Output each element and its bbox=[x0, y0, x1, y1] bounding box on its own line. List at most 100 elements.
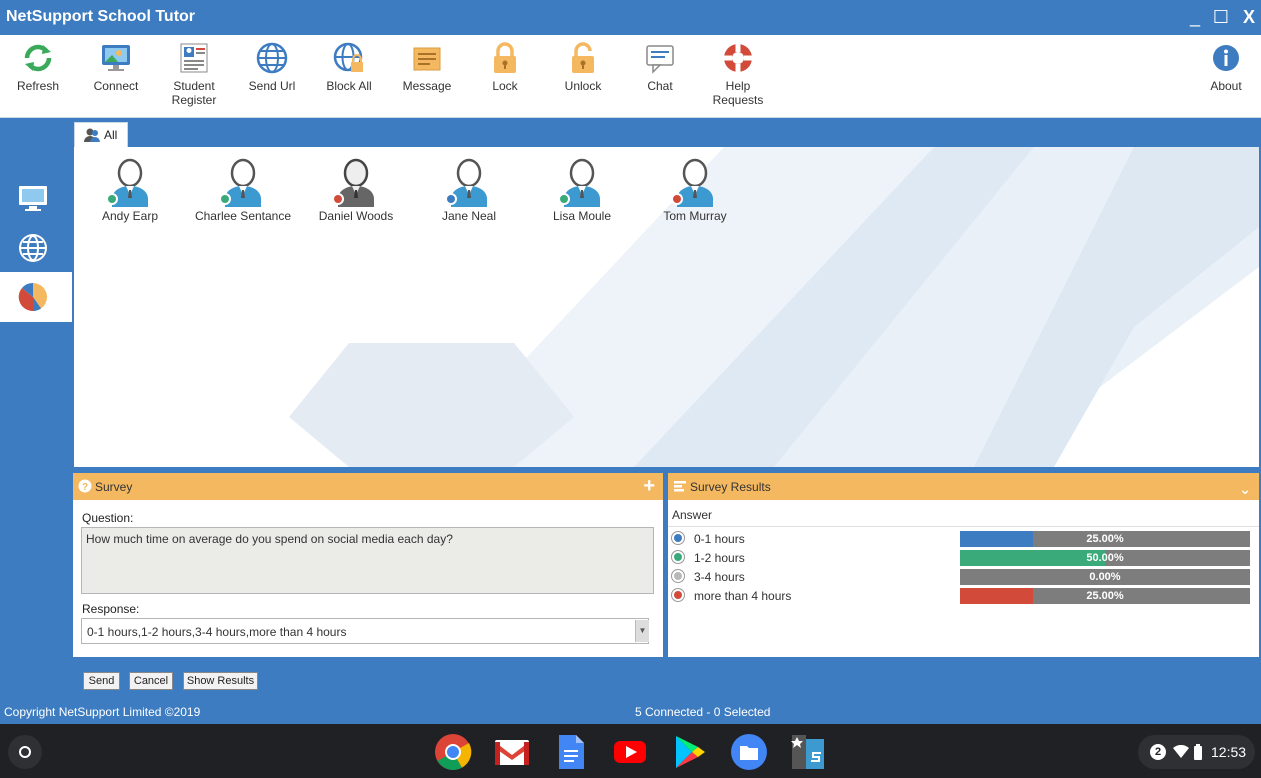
close-button[interactable]: X bbox=[1238, 6, 1260, 28]
unlock-icon bbox=[572, 42, 594, 73]
globe-lock-icon bbox=[333, 42, 363, 72]
answer-bar: 50.00% bbox=[960, 550, 1250, 566]
student-tile[interactable]: Charlee Sentance bbox=[193, 157, 293, 223]
wifi-icon bbox=[1173, 745, 1189, 758]
nav-survey[interactable] bbox=[0, 272, 72, 322]
status-dot bbox=[332, 193, 344, 205]
status-dot bbox=[106, 193, 118, 205]
message-button[interactable]: Message bbox=[392, 39, 462, 93]
chrome-icon[interactable] bbox=[434, 733, 472, 771]
battery-icon bbox=[1194, 744, 1202, 760]
chat-label: Chat bbox=[647, 79, 673, 93]
survey-title: Survey bbox=[95, 480, 133, 494]
question-field[interactable]: How much time on average do you spend on… bbox=[81, 527, 654, 594]
results-header: Survey Results ⌄ bbox=[668, 473, 1259, 500]
answer-label: more than 4 hours bbox=[694, 589, 792, 603]
help-requests-label: Help Requests bbox=[712, 79, 764, 107]
os-shelf: 2 12:53 bbox=[0, 724, 1261, 778]
title-bar: NetSupport School Tutor _ ☐ X bbox=[0, 0, 1261, 35]
launcher-icon bbox=[19, 746, 31, 758]
unlock-button[interactable]: Unlock bbox=[548, 39, 618, 93]
lock-label: Lock bbox=[492, 79, 518, 93]
add-icon[interactable]: + bbox=[643, 476, 655, 496]
student-name: Tom Murray bbox=[663, 209, 727, 223]
student-register-button[interactable]: Student Register bbox=[159, 39, 229, 107]
show-results-button[interactable]: Show Results bbox=[183, 672, 258, 690]
group-tab-label: All bbox=[104, 128, 118, 142]
group-tab-all[interactable]: All bbox=[74, 122, 128, 147]
send-button[interactable]: Send bbox=[83, 672, 120, 690]
send-url-button[interactable]: Send Url bbox=[237, 39, 307, 93]
block-all-button[interactable]: Block All bbox=[314, 39, 384, 93]
answer-percent: 50.00% bbox=[1086, 552, 1124, 564]
answer-row[interactable]: 3-4 hours 0.00% bbox=[668, 567, 1259, 586]
connect-button[interactable]: Connect bbox=[81, 39, 151, 93]
docs-icon[interactable] bbox=[552, 733, 590, 771]
student-tile[interactable]: Tom Murray bbox=[645, 157, 745, 223]
notification-badge: 2 bbox=[1150, 744, 1166, 760]
refresh-button[interactable]: Refresh bbox=[3, 39, 73, 93]
chat-button[interactable]: Chat bbox=[625, 39, 695, 93]
lock-button[interactable]: Lock bbox=[470, 39, 540, 93]
student-name: Jane Neal bbox=[441, 209, 497, 223]
toolbar: Refresh Connect Student Register Send Ur… bbox=[0, 35, 1261, 118]
question-icon: ? bbox=[78, 479, 92, 493]
files-icon[interactable] bbox=[730, 733, 768, 771]
status-dot bbox=[558, 193, 570, 205]
monitor-icon bbox=[102, 45, 130, 71]
status-tray[interactable]: 2 12:53 bbox=[1138, 735, 1255, 769]
netsupport-app-icon[interactable] bbox=[789, 733, 827, 771]
lock-icon bbox=[494, 42, 516, 73]
bar-chart-icon bbox=[674, 481, 686, 492]
minimize-button[interactable]: _ bbox=[1184, 6, 1206, 28]
collapse-icon[interactable]: ⌄ bbox=[1239, 479, 1251, 499]
youtube-icon[interactable] bbox=[611, 733, 649, 771]
launcher-button[interactable] bbox=[8, 735, 42, 769]
chat-icon bbox=[646, 45, 674, 74]
group-icon bbox=[84, 128, 100, 142]
answer-bar: 25.00% bbox=[960, 588, 1250, 604]
lifebuoy-icon bbox=[724, 44, 752, 72]
student-tile[interactable]: Andy Earp bbox=[80, 157, 180, 223]
student-tile[interactable]: Daniel Woods bbox=[306, 157, 406, 223]
answer-row[interactable]: 1-2 hours 50.00% bbox=[668, 548, 1259, 567]
answer-label: 3-4 hours bbox=[694, 570, 745, 584]
chevron-down-icon[interactable]: ▼ bbox=[635, 620, 649, 642]
globe-icon bbox=[19, 234, 47, 262]
response-label: Response: bbox=[82, 602, 140, 616]
cancel-button[interactable]: Cancel bbox=[129, 672, 173, 690]
survey-panel: ? Survey + Question: How much time on av… bbox=[73, 473, 663, 657]
answer-radio[interactable] bbox=[671, 569, 685, 583]
survey-header: ? Survey + bbox=[73, 473, 663, 500]
answer-row[interactable]: more than 4 hours 25.00% bbox=[668, 586, 1259, 605]
results-title: Survey Results bbox=[690, 480, 771, 494]
left-nav bbox=[0, 118, 72, 700]
answer-radio[interactable] bbox=[671, 531, 685, 545]
student-tile[interactable]: Jane Neal bbox=[419, 157, 519, 223]
connect-label: Connect bbox=[93, 79, 139, 93]
student-tile[interactable]: Lisa Moule bbox=[532, 157, 632, 223]
survey-results-panel: Survey Results ⌄ Answer 0-1 hours 25.00%… bbox=[668, 473, 1259, 657]
answer-column-header: Answer bbox=[672, 508, 713, 522]
about-button[interactable]: About bbox=[1191, 39, 1261, 93]
maximize-button[interactable]: ☐ bbox=[1210, 6, 1232, 28]
answer-row[interactable]: 0-1 hours 25.00% bbox=[668, 529, 1259, 548]
answer-bar: 25.00% bbox=[960, 531, 1250, 547]
answer-radio[interactable] bbox=[671, 588, 685, 602]
register-icon bbox=[180, 43, 208, 73]
window-title: NetSupport School Tutor bbox=[6, 8, 196, 25]
message-icon bbox=[413, 47, 441, 71]
response-select[interactable]: 0-1 hours,1-2 hours,3-4 hours,more than … bbox=[81, 618, 649, 644]
student-name: Daniel Woods bbox=[318, 209, 394, 223]
student-register-label: Student Register bbox=[171, 79, 217, 107]
answer-radio[interactable] bbox=[671, 550, 685, 564]
nav-internet[interactable] bbox=[0, 223, 72, 273]
nav-students[interactable] bbox=[0, 173, 72, 223]
unlock-label: Unlock bbox=[564, 79, 602, 93]
divider bbox=[668, 526, 1259, 527]
block-all-label: Block All bbox=[326, 79, 372, 93]
student-name: Charlee Sentance bbox=[194, 209, 292, 223]
help-requests-button[interactable]: Help Requests bbox=[703, 39, 773, 107]
gmail-icon[interactable] bbox=[493, 733, 531, 771]
play-store-icon[interactable] bbox=[670, 733, 708, 771]
